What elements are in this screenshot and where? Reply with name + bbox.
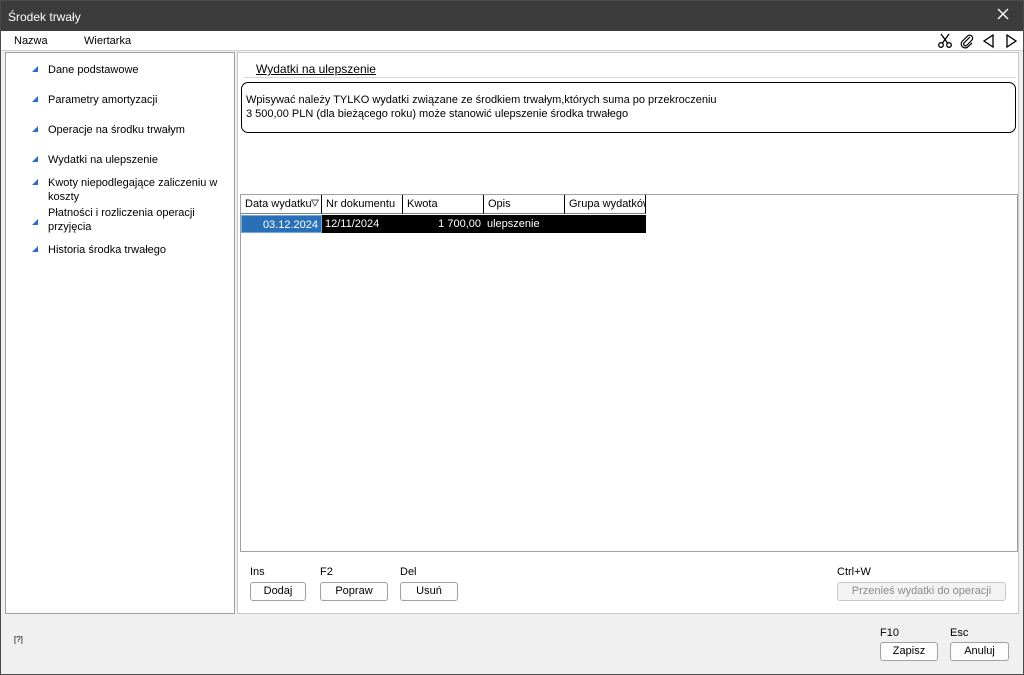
next-arrow-icon[interactable] xyxy=(1003,33,1019,49)
prev-arrow-icon[interactable] xyxy=(981,33,997,49)
name-label: Nazwa xyxy=(14,35,48,47)
info-text-line-2: 3 500,00 PLN (dla bieżącego roku) może s… xyxy=(246,108,629,120)
info-text-line-1: Wpisywać należy TYLKO wydatki związane z… xyxy=(246,94,717,106)
cell-amount[interactable]: 1 700,00 xyxy=(403,215,484,233)
column-header-date[interactable]: Data wydatku xyxy=(241,195,322,214)
column-header-label: Opis xyxy=(488,198,511,210)
sidebar-item-label: Kwoty niepodlegające zaliczeniu w koszty xyxy=(48,177,218,203)
nav-triangle-icon xyxy=(32,126,38,132)
divider xyxy=(244,77,1016,78)
save-button[interactable]: Zapisz xyxy=(880,642,938,661)
paperclip-icon[interactable] xyxy=(959,33,975,49)
sidebar-item-label: Operacje na środku trwałym xyxy=(48,124,185,136)
header-bar: Nazwa Wiertarka xyxy=(1,31,1023,51)
cancel-button[interactable]: Anuluj xyxy=(950,642,1009,661)
sidebar-item-label: Dane podstawowe xyxy=(48,64,139,76)
nav-triangle-icon xyxy=(32,219,38,225)
nav-triangle-icon xyxy=(32,96,38,102)
column-header-document[interactable]: Nr dokumentu xyxy=(322,195,403,214)
sidebar-item-payments[interactable]: Płatności i rozliczenia operacji przyjęc… xyxy=(6,206,234,234)
sidebar-item-label: Wydatki na ulepszenie xyxy=(48,154,158,166)
main-panel: Wydatki na ulepszenie Wpisywać należy TY… xyxy=(237,52,1019,614)
column-header-group[interactable]: Grupa wydatków xyxy=(565,195,646,214)
scissors-icon[interactable] xyxy=(937,33,953,49)
column-header-label: Kwota xyxy=(407,198,438,210)
nav-triangle-icon xyxy=(32,156,38,162)
sidebar-item-label: Płatności i rozliczenia operacji przyjęc… xyxy=(48,207,195,233)
sidebar-item-label: Historia środka trwałego xyxy=(48,244,166,256)
column-header-label: Nr dokumentu xyxy=(326,198,396,210)
column-header-label: Data wydatku xyxy=(245,198,312,210)
nav-triangle-icon xyxy=(32,66,38,72)
add-button[interactable]: Dodaj xyxy=(250,582,306,601)
nav-triangle-icon xyxy=(32,246,38,252)
asset-name-value: Wiertarka xyxy=(84,35,132,47)
sidebar: Dane podstawowe Parametry amortyzacji Op… xyxy=(5,52,235,614)
asset-window: Środek trwały Nazwa Wiertarka Dane podst… xyxy=(0,0,1024,675)
column-header-amount[interactable]: Kwota xyxy=(403,195,484,214)
edit-button[interactable]: Popraw xyxy=(320,582,388,601)
expenses-table[interactable]: Data wydatku Nr dokumentu Kwota Opis Gru… xyxy=(240,194,1018,552)
sidebar-item-operations[interactable]: Operacje na środku trwałym xyxy=(6,123,234,139)
sidebar-item-label: Parametry amortyzacji xyxy=(48,94,158,106)
sidebar-item-history[interactable]: Historia środka trwałego xyxy=(6,243,234,259)
info-box: Wpisywać należy TYLKO wydatki związane z… xyxy=(241,82,1016,133)
cancel-shortcut: Esc xyxy=(950,627,969,639)
delete-button[interactable]: Usuń xyxy=(400,582,458,601)
cell-group[interactable] xyxy=(565,215,646,233)
save-shortcut: F10 xyxy=(880,627,899,639)
cell-description[interactable]: ulepszenie xyxy=(484,215,565,233)
section-title: Wydatki na ulepszenie xyxy=(256,62,376,76)
transfer-expenses-button[interactable]: Przenieś wydatki do operacji xyxy=(837,582,1006,601)
window-title: Środek trwały xyxy=(8,10,81,24)
sidebar-item-depreciation[interactable]: Parametry amortyzacji xyxy=(6,93,234,109)
table-header: Data wydatku Nr dokumentu Kwota Opis Gru… xyxy=(241,195,646,214)
add-shortcut: Ins xyxy=(250,566,265,578)
edit-shortcut: F2 xyxy=(320,566,333,578)
table-row[interactable]: 03.12.2024 12/11/2024 1 700,00 ulepszeni… xyxy=(241,215,646,233)
nav-triangle-icon xyxy=(32,179,38,185)
delete-shortcut: Del xyxy=(400,566,417,578)
toolbar xyxy=(937,33,1019,49)
sidebar-item-improvement-expenses[interactable]: Wydatki na ulepszenie xyxy=(6,153,234,169)
sidebar-item-basic-data[interactable]: Dane podstawowe xyxy=(6,63,234,79)
close-icon[interactable] xyxy=(995,6,1011,22)
transfer-shortcut: Ctrl+W xyxy=(837,566,871,578)
cell-document[interactable]: 12/11/2024 xyxy=(322,215,403,233)
title-bar: Środek trwały xyxy=(1,1,1023,31)
sidebar-item-non-deductible[interactable]: Kwoty niepodlegające zaliczeniu w koszty xyxy=(6,176,234,204)
column-header-label: Grupa wydatków xyxy=(569,198,646,210)
cell-date[interactable]: 03.12.2024 xyxy=(241,215,322,233)
status-icon: [?] xyxy=(14,635,23,644)
column-header-description[interactable]: Opis xyxy=(484,195,565,214)
filter-icon[interactable] xyxy=(311,199,319,207)
